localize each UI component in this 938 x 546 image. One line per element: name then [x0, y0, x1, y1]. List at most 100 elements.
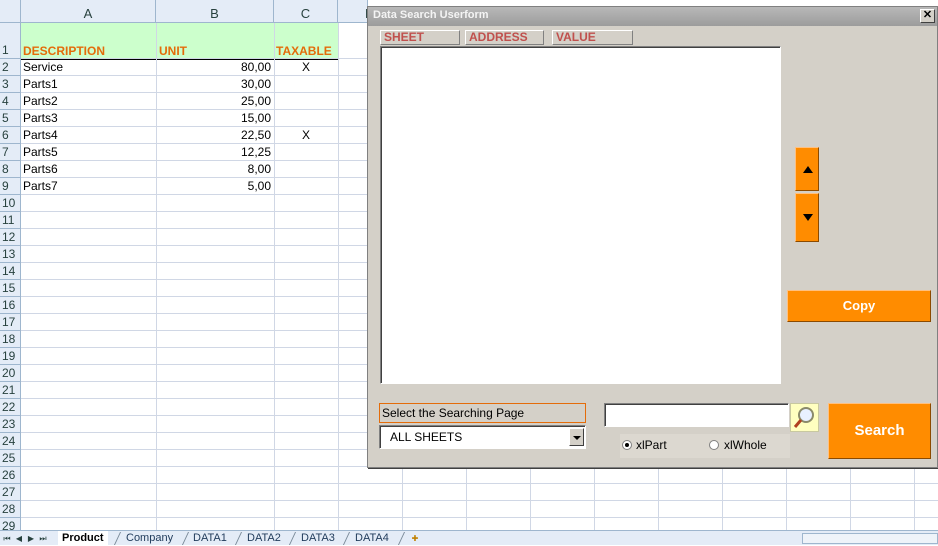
- taxable-cell[interactable]: [276, 178, 336, 195]
- header-unit[interactable]: UNIT: [159, 43, 187, 59]
- description-cell[interactable]: Parts4: [23, 127, 153, 144]
- description-cell[interactable]: Parts1: [23, 76, 153, 93]
- row-header[interactable]: 17: [0, 314, 21, 331]
- list-header-value[interactable]: VALUE: [552, 30, 633, 45]
- match-option-group: xlPart xlWhole: [620, 434, 790, 458]
- header-taxable[interactable]: TAXABLE: [276, 43, 332, 59]
- page-select-value: ALL SHEETS: [390, 430, 463, 444]
- taxable-cell[interactable]: [276, 76, 336, 93]
- unit-cell[interactable]: 5,00: [158, 178, 271, 195]
- first-sheet-icon[interactable]: ⏮: [1, 533, 13, 544]
- unit-cell[interactable]: 30,00: [158, 76, 271, 93]
- tab-data3[interactable]: DATA3: [297, 531, 339, 546]
- row-header[interactable]: 26: [0, 467, 21, 484]
- tab-product[interactable]: Product: [58, 531, 108, 546]
- description-cell[interactable]: Service: [23, 59, 153, 76]
- row-header[interactable]: 13: [0, 246, 21, 263]
- header-description[interactable]: DESCRIPTION: [23, 43, 105, 59]
- row-header[interactable]: 23: [0, 416, 21, 433]
- last-sheet-icon[interactable]: ⏭: [37, 533, 49, 544]
- next-sheet-icon[interactable]: ▶: [25, 533, 37, 544]
- xlpart-label[interactable]: xlPart: [636, 438, 667, 452]
- row-header[interactable]: 3: [0, 76, 21, 93]
- row-header[interactable]: 11: [0, 212, 21, 229]
- insert-sheet-icon[interactable]: ✚: [407, 533, 423, 544]
- description-cell[interactable]: Parts6: [23, 161, 153, 178]
- row-header[interactable]: 18: [0, 331, 21, 348]
- description-cell[interactable]: Parts2: [23, 93, 153, 110]
- taxable-cell[interactable]: [276, 110, 336, 127]
- xlwhole-label[interactable]: xlWhole: [724, 438, 767, 452]
- xlwhole-radio[interactable]: [709, 440, 719, 450]
- tab-divider: [181, 532, 190, 545]
- row-header[interactable]: 2: [0, 59, 21, 76]
- results-listbox[interactable]: [380, 46, 781, 384]
- row-header[interactable]: 20: [0, 365, 21, 382]
- unit-cell[interactable]: 22,50: [158, 127, 271, 144]
- row-header[interactable]: 25: [0, 450, 21, 467]
- row-header[interactable]: 12: [0, 229, 21, 246]
- copy-button[interactable]: Copy: [787, 290, 931, 322]
- page-select-dropdown[interactable]: ALL SHEETS: [379, 425, 586, 449]
- tab-data4[interactable]: DATA4: [351, 531, 393, 546]
- chevron-down-icon: [573, 436, 581, 440]
- row-header[interactable]: 7: [0, 144, 21, 161]
- tab-data1[interactable]: DATA1: [189, 531, 231, 546]
- row-header[interactable]: 10: [0, 195, 21, 212]
- magnifier-button[interactable]: [790, 403, 819, 432]
- description-cell[interactable]: Parts3: [23, 110, 153, 127]
- row-header[interactable]: 1: [0, 23, 21, 59]
- close-icon[interactable]: ✕: [920, 9, 935, 23]
- select-all-corner[interactable]: [0, 0, 21, 23]
- row-header[interactable]: 5: [0, 110, 21, 127]
- row-header[interactable]: 4: [0, 93, 21, 110]
- description-cell[interactable]: Parts5: [23, 144, 153, 161]
- taxable-cell[interactable]: X: [276, 127, 336, 144]
- row-header[interactable]: 22: [0, 399, 21, 416]
- xlpart-radio[interactable]: [622, 440, 632, 450]
- row-header[interactable]: 28: [0, 501, 21, 518]
- column-header-d[interactable]: D: [338, 6, 374, 23]
- search-button[interactable]: Search: [828, 403, 931, 459]
- row-header[interactable]: 21: [0, 382, 21, 399]
- unit-cell[interactable]: 80,00: [158, 59, 271, 76]
- description-cell[interactable]: Parts7: [23, 178, 153, 195]
- unit-cell[interactable]: 12,25: [158, 144, 271, 161]
- row-header[interactable]: 14: [0, 263, 21, 280]
- row-header[interactable]: 27: [0, 484, 21, 501]
- data-search-userform: Data Search Userform ✕ SHEET ADDRESS VAL…: [367, 6, 938, 468]
- sheet-tab-bar: ⏮ ◀ ▶ ⏭ Product Company DATA1 DATA2 DATA…: [0, 530, 938, 546]
- row-header[interactable]: 9: [0, 178, 21, 195]
- prev-sheet-icon[interactable]: ◀: [13, 533, 25, 544]
- move-down-button[interactable]: [795, 193, 819, 242]
- row-header[interactable]: 8: [0, 161, 21, 178]
- row-header[interactable]: 24: [0, 433, 21, 450]
- row-header[interactable]: 15: [0, 280, 21, 297]
- tab-company[interactable]: Company: [122, 531, 177, 546]
- list-header-address[interactable]: ADDRESS: [465, 30, 544, 45]
- move-up-button[interactable]: [795, 147, 819, 191]
- horizontal-scrollbar[interactable]: [802, 533, 938, 544]
- list-header-sheet[interactable]: SHEET: [380, 30, 460, 45]
- unit-cell[interactable]: 25,00: [158, 93, 271, 110]
- taxable-cell[interactable]: [276, 144, 336, 161]
- search-input[interactable]: [604, 403, 789, 427]
- grid-column-line: [274, 23, 275, 530]
- column-header-b[interactable]: B: [156, 6, 274, 23]
- taxable-cell[interactable]: X: [276, 59, 336, 76]
- column-header-c[interactable]: C: [274, 6, 338, 23]
- dropdown-button[interactable]: [569, 428, 584, 446]
- taxable-cell[interactable]: [276, 93, 336, 110]
- grid-column-line: [338, 23, 339, 530]
- unit-cell[interactable]: 8,00: [158, 161, 271, 178]
- tab-data2[interactable]: DATA2: [243, 531, 285, 546]
- taxable-cell[interactable]: [276, 161, 336, 178]
- grid-row-line: [21, 500, 938, 501]
- row-header[interactable]: 19: [0, 348, 21, 365]
- tab-divider: [234, 532, 243, 545]
- row-header[interactable]: 6: [0, 127, 21, 144]
- column-header-a[interactable]: A: [21, 6, 156, 23]
- row-header[interactable]: 16: [0, 297, 21, 314]
- form-title-bar[interactable]: Data Search Userform ✕: [368, 7, 937, 26]
- unit-cell[interactable]: 15,00: [158, 110, 271, 127]
